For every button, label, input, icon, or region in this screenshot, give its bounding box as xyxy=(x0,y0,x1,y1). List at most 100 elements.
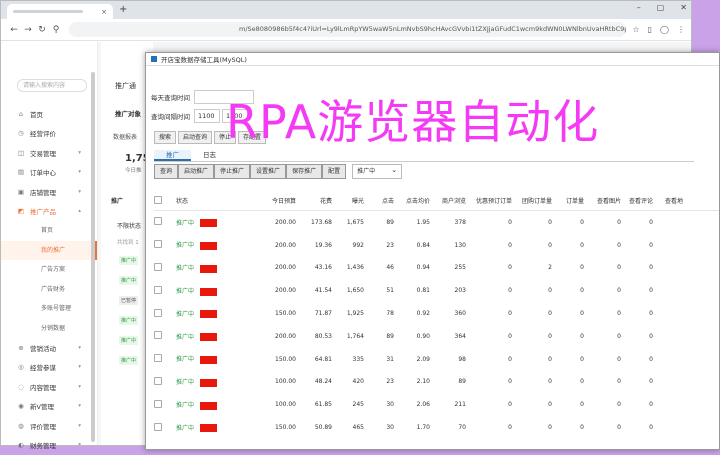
sidebar-item[interactable]: ◎经营参谋▾ xyxy=(1,358,97,378)
cell-clicks: 31 xyxy=(364,356,394,363)
cell-c5: 0 xyxy=(621,310,653,317)
status-cell: 推广中 xyxy=(174,218,244,228)
menu-icon: ◫ xyxy=(17,149,25,157)
cell-c1: 0 xyxy=(466,401,512,408)
sidebar-item[interactable]: ◌内容管理▾ xyxy=(1,377,97,397)
row-checkbox[interactable] xyxy=(154,217,162,225)
reload-icon[interactable]: ↻ xyxy=(35,25,49,35)
minimize-icon[interactable]: – xyxy=(637,3,641,12)
action-button[interactable]: 设置推广 xyxy=(250,164,286,179)
table-row[interactable]: 推广中150.0050.89465301.707000000 xyxy=(154,416,719,439)
column-header[interactable]: 商户浏览 xyxy=(430,196,466,205)
close-window-icon[interactable]: ✕ xyxy=(680,3,687,12)
status-text: 推广中 xyxy=(176,288,194,295)
sidebar-subitem[interactable]: 多账号管理 xyxy=(1,299,97,319)
row-checkbox[interactable] xyxy=(154,377,162,385)
profile-icon[interactable]: ◯ xyxy=(660,25,669,34)
sidebar-subitem[interactable]: 广告财务 xyxy=(1,280,97,300)
cell-c4: 0 xyxy=(584,424,621,431)
maximize-icon[interactable]: ▢ xyxy=(657,3,665,12)
search-input[interactable]: 请输入搜索内容 xyxy=(17,79,87,92)
status-text: 推广中 xyxy=(176,379,194,386)
column-header[interactable]: 点击均价 xyxy=(394,196,430,205)
row-checkbox[interactable] xyxy=(154,240,162,248)
row-checkbox[interactable] xyxy=(154,286,162,294)
column-header[interactable]: 团购订单量 xyxy=(512,196,552,205)
table-row[interactable]: 推广中150.0071.871,925780.9236000000 xyxy=(154,302,719,325)
sidebar-item[interactable]: ▤订单中心▾ xyxy=(1,163,97,183)
status-indicator xyxy=(200,219,217,227)
cell-exposure: 1,925 xyxy=(332,310,364,317)
status-cell: 推广中 xyxy=(174,377,244,387)
cell-c4: 0 xyxy=(584,333,621,340)
row-checkbox[interactable] xyxy=(154,423,162,431)
new-tab-icon[interactable]: + xyxy=(119,4,127,15)
table-row[interactable]: 推广中200.0080.531,764890.9036400000 xyxy=(154,325,719,348)
column-header[interactable]: 今日预算 xyxy=(244,196,296,205)
top-button[interactable]: 搜索 xyxy=(154,131,176,144)
sidebar-item[interactable]: ◐财务管理▾ xyxy=(1,436,97,455)
table-row[interactable]: 推广中200.00173.681,675891.9537800000 xyxy=(154,211,719,234)
select-all-checkbox[interactable] xyxy=(154,196,162,204)
forward-icon[interactable]: → xyxy=(21,25,35,35)
checkbox-cell xyxy=(154,354,174,364)
sidebar-item[interactable]: ▣店铺管理▾ xyxy=(1,182,97,202)
row-checkbox[interactable] xyxy=(154,400,162,408)
url-field[interactable]: m/Se8080986b5f4c4?iUrl=Ly9lLmRpYW5waW5nL… xyxy=(69,22,626,37)
row-checkbox[interactable] xyxy=(154,263,162,271)
tab-log[interactable]: 日志 xyxy=(191,150,228,161)
action-button[interactable]: 配置 xyxy=(322,164,346,179)
sidebar-item[interactable]: ◉新V管理▾ xyxy=(1,397,97,417)
cell-budget: 150.00 xyxy=(244,310,296,317)
menu-icon: ◎ xyxy=(17,363,25,371)
row-checkbox[interactable] xyxy=(154,309,162,317)
table-row[interactable]: 推广中150.0064.81335312.099800000 xyxy=(154,348,719,371)
sidebar-subitem[interactable]: 广告方案 xyxy=(1,260,97,280)
column-header[interactable]: 查看评论 xyxy=(621,196,653,205)
tab-promo[interactable]: 推广 xyxy=(154,150,191,161)
browser-tab[interactable]: × xyxy=(7,4,113,19)
status-tag: 推广中 xyxy=(119,356,138,365)
sidebar-subitem[interactable]: 首页 xyxy=(1,221,97,241)
sidebar-item[interactable]: ⊕营销活动▾ xyxy=(1,338,97,358)
sidebar-item[interactable]: ◷经营评价 xyxy=(1,124,97,144)
table-row[interactable]: 推广中200.0019.36992230.8413000000 xyxy=(154,234,719,257)
sidepanel-icon[interactable]: ▯ xyxy=(648,25,652,34)
status-select[interactable]: 推广中 xyxy=(352,164,402,179)
column-header[interactable]: 订单量 xyxy=(552,196,584,205)
more-icon[interactable]: ⋮ xyxy=(677,25,685,34)
column-header[interactable]: 状态 xyxy=(174,196,244,205)
table-row[interactable]: 推广中200.0041.541,650510.8120300000 xyxy=(154,279,719,302)
site-info-icon[interactable]: ⚲ xyxy=(49,25,63,35)
column-header[interactable]: 查看图片 xyxy=(584,196,621,205)
column-header[interactable]: 点击 xyxy=(364,196,394,205)
sidebar-item[interactable]: ⌂首页 xyxy=(1,104,97,124)
column-header[interactable]: 曝光 xyxy=(332,196,364,205)
table-row[interactable]: 推广中100.0061.85245302.0621100000 xyxy=(154,393,719,416)
table-row[interactable]: 推广中100.0048.24420232.108900000 xyxy=(154,371,719,394)
star-icon[interactable]: ☆ xyxy=(632,25,639,34)
sidebar-item[interactable]: ◫交易管理▾ xyxy=(1,143,97,163)
tab-close-icon[interactable]: × xyxy=(101,8,107,16)
status-indicator xyxy=(200,424,217,432)
sidebar-scrollbar[interactable] xyxy=(91,72,95,442)
action-button[interactable]: 启动推广 xyxy=(178,164,214,179)
sidebar-item[interactable]: ◍评价管理▾ xyxy=(1,416,97,436)
action-button[interactable]: 保存推广 xyxy=(286,164,322,179)
sidebar-subitem[interactable]: 分销数据 xyxy=(1,319,97,339)
action-button[interactable]: 停止推广 xyxy=(214,164,250,179)
table-row[interactable]: 推广中200.0043.161,436460.9425502000 xyxy=(154,257,719,280)
column-header[interactable]: 花费 xyxy=(296,196,332,205)
action-button[interactable]: 查询 xyxy=(154,164,178,179)
top-button[interactable]: 启动查询 xyxy=(178,131,212,144)
row-checkbox[interactable] xyxy=(154,331,162,339)
cell-clicks: 23 xyxy=(364,378,394,385)
row-checkbox[interactable] xyxy=(154,354,162,362)
column-header[interactable]: 查看地 xyxy=(653,196,683,205)
interval-input[interactable]: 1100 xyxy=(194,109,220,123)
sidebar-item[interactable]: ◩推广产品▴ xyxy=(1,202,97,222)
sidebar-subitem[interactable]: 我的推广 xyxy=(1,241,97,261)
cell-budget: 150.00 xyxy=(244,356,296,363)
back-icon[interactable]: ← xyxy=(7,25,21,35)
column-header[interactable]: 优惠预订订单 xyxy=(466,196,512,205)
